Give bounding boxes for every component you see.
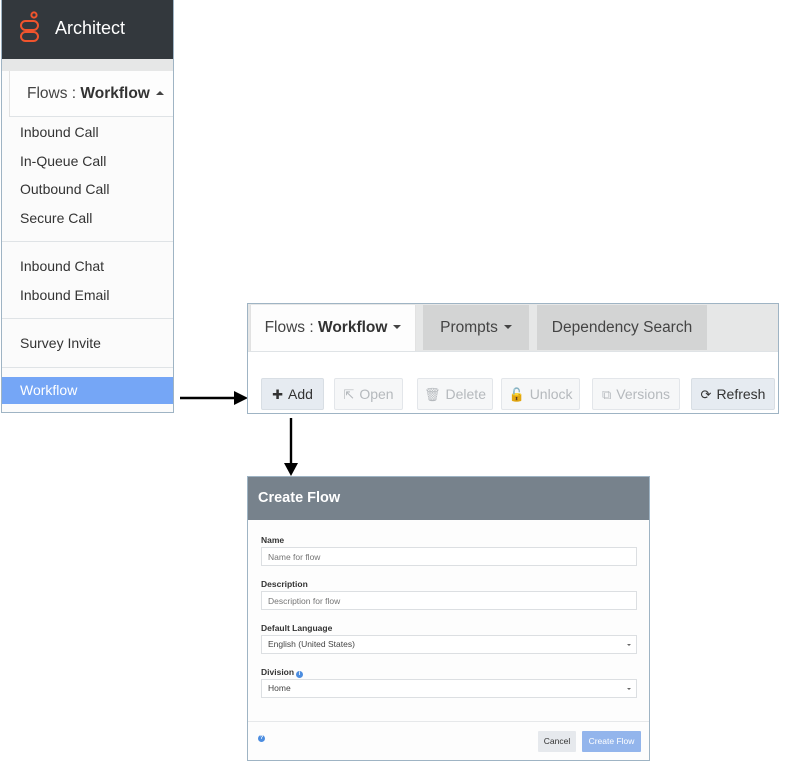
- division-select[interactable]: Home: [261, 679, 637, 698]
- create-flow-dialog: Create Flow Name Description Default Lan…: [247, 476, 650, 761]
- trash-icon: 🗑: [424, 387, 441, 402]
- unlock-button[interactable]: 🔓 Unlock: [501, 378, 580, 410]
- menu-item-secure-call[interactable]: Secure Call: [2, 204, 173, 233]
- refresh-button-label: Refresh: [716, 386, 766, 402]
- open-button[interactable]: ⇱ Open: [334, 378, 403, 410]
- menu-item-workflow[interactable]: Workflow: [2, 376, 173, 404]
- arrow-right-icon: [180, 391, 248, 405]
- flow-type-menu: Inbound Call In-Queue Call Outbound Call Se…: [2, 118, 173, 404]
- menu-item-inbound-email[interactable]: Inbound Email: [2, 281, 173, 310]
- menu-divider: [2, 241, 173, 242]
- header-spacer: [2, 59, 173, 71]
- description-label: Description: [261, 579, 308, 589]
- menu-item-inbound-call[interactable]: Inbound Call: [2, 118, 173, 147]
- tab-prompts-label: Prompts: [440, 319, 498, 336]
- dialog-header: Create Flow: [248, 477, 649, 520]
- delete-button[interactable]: 🗑 Delete: [417, 378, 493, 410]
- menu-divider: [2, 366, 173, 368]
- name-input[interactable]: [261, 547, 637, 566]
- app-title: Architect: [55, 18, 126, 38]
- name-label: Name: [261, 535, 285, 545]
- division-label-row: Division i: [261, 667, 304, 678]
- flows-prefix: Flows :: [27, 85, 81, 102]
- versions-icon: ⧉: [602, 387, 612, 402]
- delete-button-label: Delete: [445, 386, 486, 402]
- dialog-title: Create Flow: [258, 490, 341, 506]
- genesys-logo-icon: [20, 11, 39, 42]
- menu-item-outbound-call[interactable]: Outbound Call: [2, 175, 173, 204]
- unlock-button-label: Unlock: [529, 386, 573, 402]
- cancel-button[interactable]: Cancel: [538, 731, 576, 752]
- division-label: Division: [261, 667, 295, 677]
- flows-toggle-label: Flows : Workflow: [27, 85, 164, 103]
- description-input[interactable]: [261, 591, 637, 610]
- add-button-label: Add: [287, 386, 313, 402]
- arrow-down-icon: [284, 418, 298, 476]
- tab-flows-workflow[interactable]: Flows : Workflow: [250, 305, 416, 352]
- versions-button-label: Versions: [616, 386, 670, 402]
- caret-up-icon: [155, 91, 164, 95]
- menu-divider: [2, 318, 173, 319]
- refresh-icon: ⟳: [700, 387, 712, 402]
- menu-item-survey-invite[interactable]: Survey Invite: [2, 329, 173, 358]
- default-language-label: Default Language: [261, 623, 333, 633]
- flows-type-toggle[interactable]: Flows : Workflow: [9, 71, 173, 117]
- tab-bar: Flows : Workflow Prompts Dependency Sear…: [248, 304, 778, 352]
- tab-divider: [248, 351, 778, 352]
- app-header: Architect: [2, 0, 173, 59]
- dialog-footer-divider: [248, 721, 649, 722]
- menu-item-inbound-chat[interactable]: Inbound Chat: [2, 252, 173, 281]
- tab-dependency-search-label: Dependency Search: [551, 319, 693, 336]
- tab-flows-value: Workflow: [317, 319, 388, 336]
- flows-current-type: Workflow: [80, 85, 150, 102]
- menu-item-in-queue-call[interactable]: In-Queue Call: [2, 147, 173, 176]
- flows-toolbar-panel: Flows : Workflow Prompts Dependency Sear…: [247, 303, 779, 414]
- unlock-icon: 🔓: [508, 387, 525, 402]
- caret-down-icon: [503, 325, 512, 329]
- open-external-icon: ⇱: [343, 387, 355, 402]
- division-value: Home: [268, 683, 291, 693]
- caret-down-icon: [393, 325, 402, 329]
- tab-dependency-search[interactable]: Dependency Search: [537, 305, 707, 350]
- default-language-value: English (United States): [268, 639, 355, 649]
- caret-down-icon: [627, 688, 631, 690]
- info-icon[interactable]: i: [296, 671, 304, 678]
- tab-flows-prefix: Flows :: [264, 319, 318, 336]
- caret-down-icon: [627, 644, 631, 646]
- versions-button[interactable]: ⧉ Versions: [592, 378, 680, 410]
- flows-dropdown-panel: Architect Flows : Workflow Inbound Call I…: [1, 0, 174, 413]
- question-circle-icon[interactable]: ?: [258, 735, 265, 742]
- default-language-select[interactable]: English (United States): [261, 635, 637, 654]
- plus-icon: ✚: [272, 387, 283, 402]
- refresh-button[interactable]: ⟳ Refresh: [691, 378, 775, 410]
- tab-prompts[interactable]: Prompts: [423, 305, 529, 350]
- open-button-label: Open: [359, 386, 394, 402]
- create-flow-button[interactable]: Create Flow: [582, 731, 641, 752]
- add-button[interactable]: ✚ Add: [261, 378, 324, 410]
